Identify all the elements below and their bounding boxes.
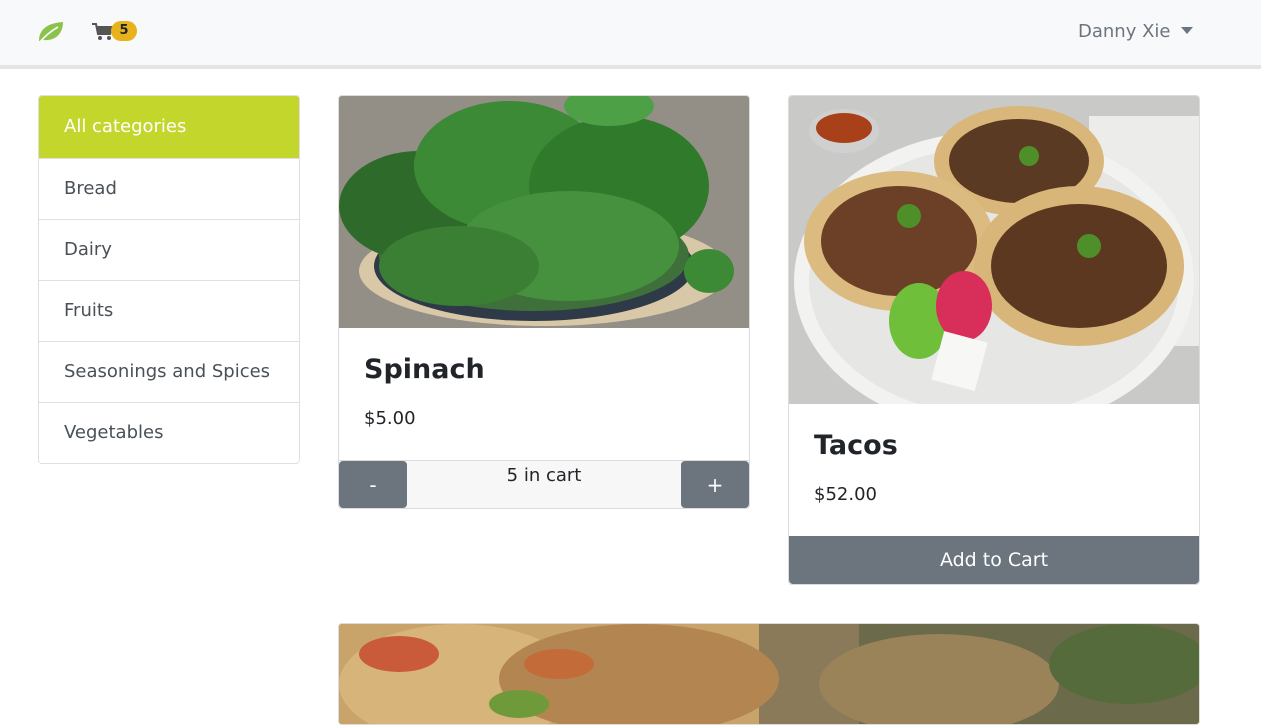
- category-seasonings-and-spices[interactable]: Seasonings and Spices: [39, 341, 299, 402]
- category-dairy[interactable]: Dairy: [39, 219, 299, 280]
- user-name: Danny Xie: [1078, 21, 1171, 42]
- decrease-quantity-button[interactable]: -: [339, 461, 407, 508]
- quantity-stepper: - 5 in cart +: [339, 460, 749, 508]
- user-menu-dropdown[interactable]: Danny Xie: [1078, 19, 1193, 45]
- product-card-tacos: Tacos $52.00 Add to Cart: [788, 95, 1200, 585]
- category-all[interactable]: All categories: [39, 96, 299, 158]
- product-card-spinach: Spinach $5.00 - 5 in cart +: [338, 95, 750, 509]
- category-vegetables[interactable]: Vegetables: [39, 402, 299, 463]
- cart-quantity-status: 5 in cart: [506, 465, 582, 486]
- product-name: Spinach: [364, 354, 485, 385]
- category-bread[interactable]: Bread: [39, 158, 299, 219]
- caret-down-icon: [1180, 27, 1193, 34]
- category-list: All categories Bread Dairy Fruits Season…: [38, 95, 300, 464]
- pizza-photo: [339, 624, 1199, 724]
- tacos-photo: [789, 96, 1199, 404]
- product-price: $5.00: [364, 408, 416, 429]
- add-to-cart-button[interactable]: Add to Cart: [789, 536, 1199, 584]
- navbar: 5 Danny Xie: [0, 0, 1261, 69]
- cart-count-badge: 5: [111, 21, 137, 41]
- product-name: Tacos: [814, 430, 898, 461]
- increase-quantity-button[interactable]: +: [681, 461, 749, 508]
- category-fruits[interactable]: Fruits: [39, 280, 299, 341]
- spinach-photo: [339, 96, 749, 328]
- product-price: $52.00: [814, 484, 877, 505]
- product-card-pizza: [338, 623, 1200, 725]
- leaf-icon[interactable]: [36, 19, 66, 45]
